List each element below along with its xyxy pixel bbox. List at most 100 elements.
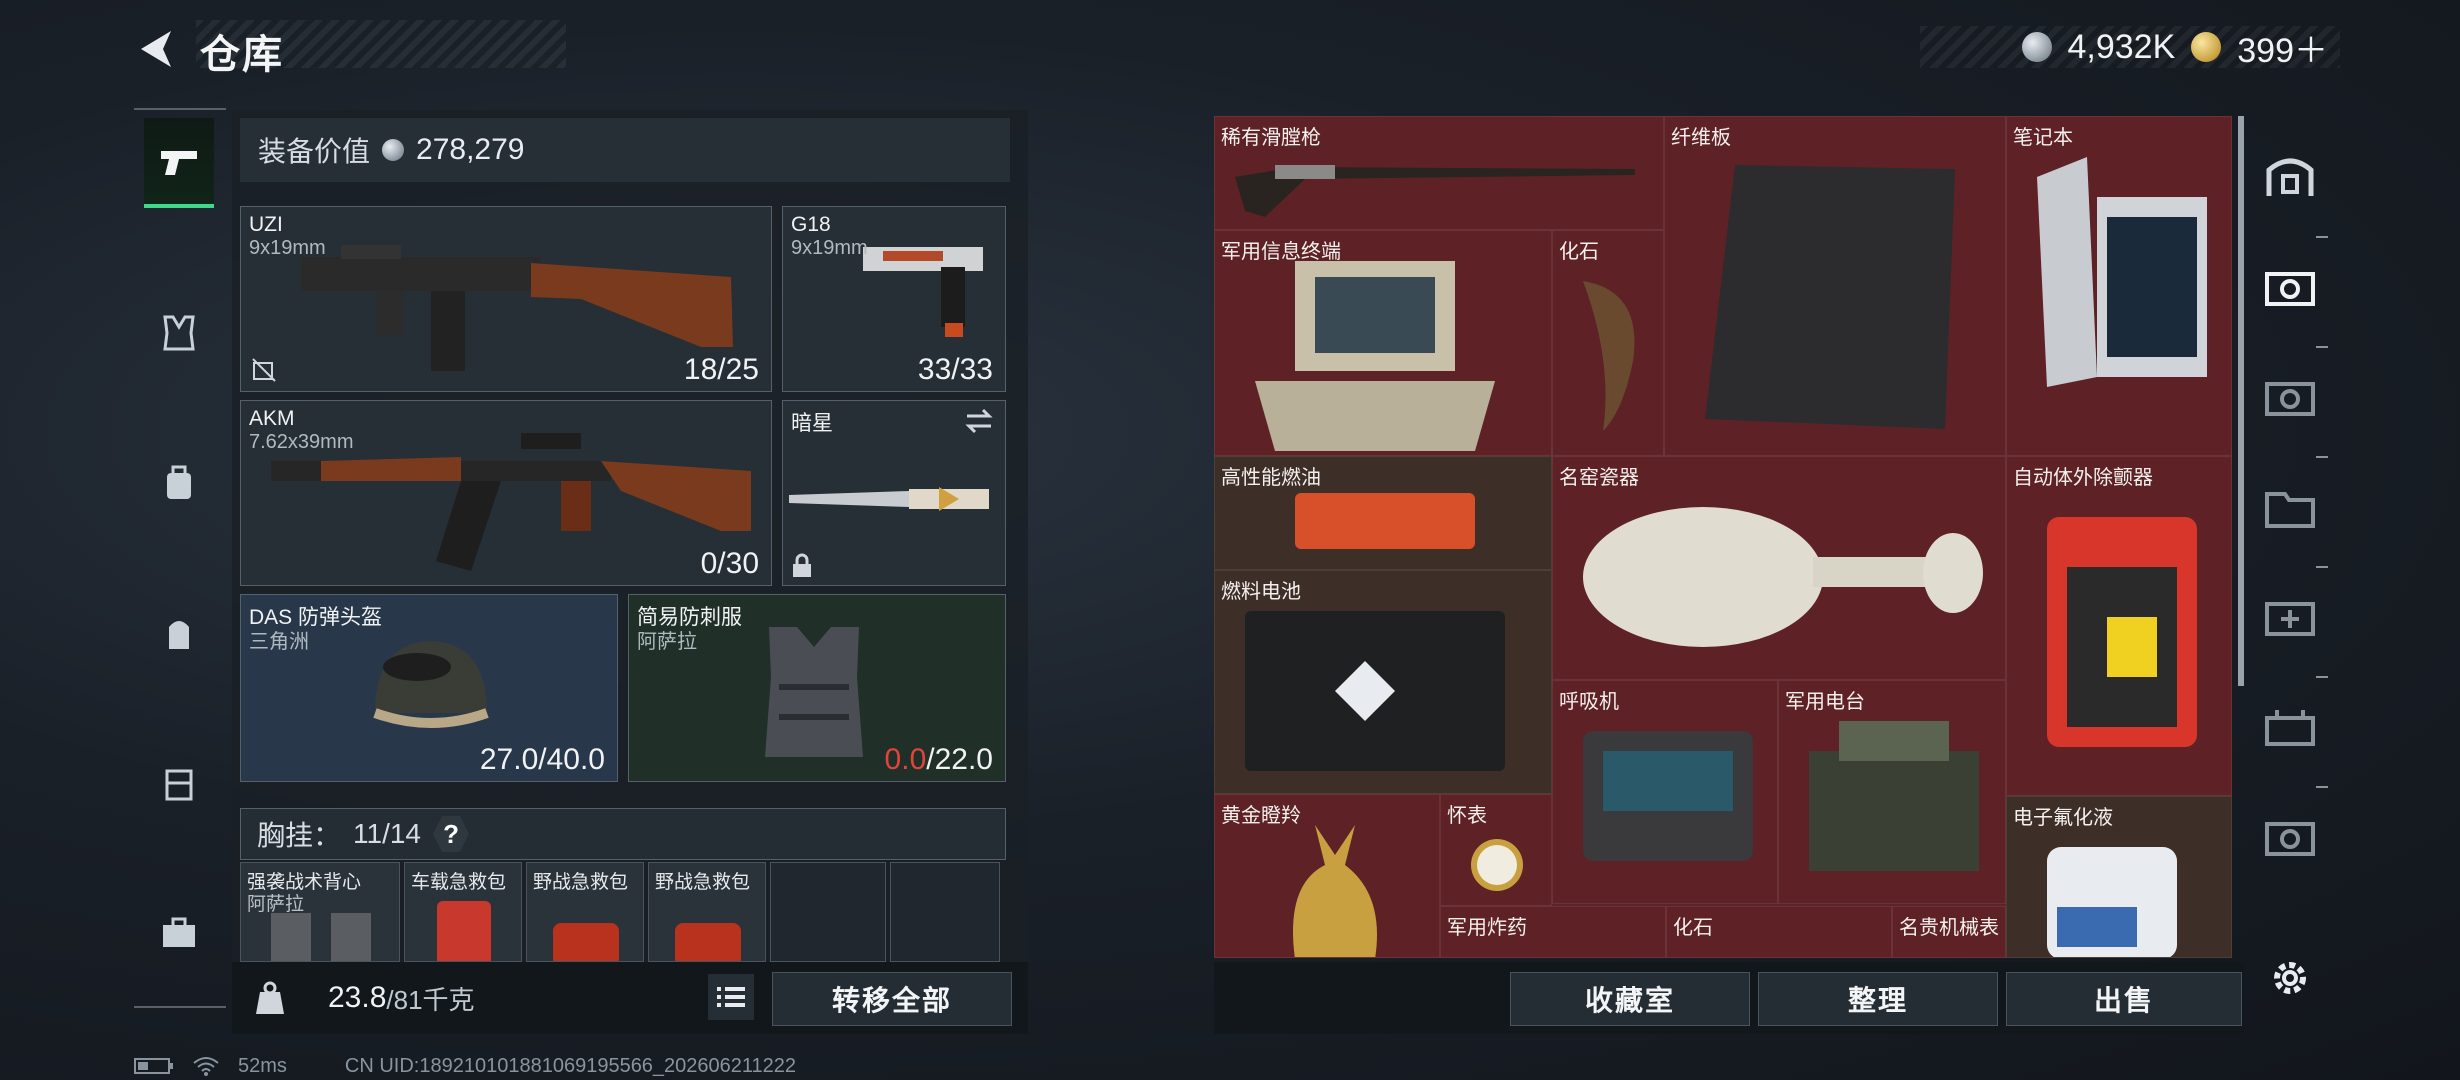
storage-item[interactable]: 名贵机械表 [1892, 906, 2006, 958]
storage-item[interactable]: 呼吸机 [1552, 680, 1778, 904]
storage-item[interactable]: 怀表 [1440, 794, 1552, 906]
item-name: 电子氟化液 [2013, 807, 2113, 829]
case-icon [165, 769, 193, 801]
slot-second-primary[interactable]: AKM 7.62x39mm 0/30 [240, 400, 772, 586]
item-name: 黄金瞪羚 [1221, 805, 1301, 827]
slot-secondary-weapon[interactable]: G18 9x19mm 33/33 [782, 206, 1006, 392]
help-icon[interactable]: ? [433, 816, 470, 852]
sort-button[interactable]: 整理 [1758, 972, 1998, 1026]
storage-item[interactable]: 高性能燃油 [1214, 456, 1552, 570]
item-name: 化石 [1559, 241, 1599, 263]
storage-tab-6[interactable] [2256, 796, 2324, 880]
slot-body-armor[interactable]: 简易防刺服 阿萨拉 0.0/22.0 [628, 594, 1006, 782]
gold-amount[interactable]: 399＋ [2237, 23, 2328, 72]
chest-item[interactable]: 强袭战术背心 阿萨拉 [240, 862, 400, 962]
storage-item[interactable]: 燃料电池 [1214, 570, 1552, 794]
weapon-caliber: 7.62x39mm [249, 431, 354, 453]
backpack-icon [169, 621, 189, 649]
nav-divider [134, 1006, 226, 1008]
nav-chest-rig[interactable] [144, 288, 214, 378]
storage-item[interactable]: 自动体外除颤器 [2006, 456, 2232, 796]
slot-melee[interactable]: 暗星 [782, 400, 1006, 586]
storage-grid: 稀有滑膛枪 纤维板 笔记本 军用信息终端 化石 高性能燃油 名窑瓷器 自动体外除… [1214, 116, 2232, 958]
storage-tab-1[interactable] [2256, 246, 2324, 330]
storage-item[interactable]: 笔记本 [2006, 116, 2232, 456]
nav-backpack[interactable] [144, 588, 214, 678]
user-uid: CN UID:189210101881069195566_20260621122… [344, 1054, 797, 1077]
back-arrow-icon [141, 31, 171, 67]
settings-button[interactable] [2262, 950, 2318, 1006]
no-attachment-icon [252, 358, 276, 382]
armor-origin: 阿萨拉 [637, 631, 697, 653]
pocket-watch-image [1471, 839, 1523, 891]
equipment-value-row: 装备价值 278,279 [240, 118, 1010, 182]
storage-item[interactable]: 稀有滑膛枪 [1214, 116, 1664, 230]
terminal-image [1255, 261, 1495, 451]
chest-item[interactable]: 车载急救包 [404, 862, 522, 962]
chest-slot-empty[interactable] [890, 862, 1000, 962]
chest-rig-capacity: 11/14 [353, 818, 422, 849]
helmet-durability: 27.0/40.0 [479, 743, 605, 776]
storage-item[interactable]: 军用电台 [1778, 680, 2006, 904]
storage-item[interactable]: 黄金瞪羚 [1214, 794, 1440, 958]
gear-icon [2274, 962, 2306, 994]
item-name: 燃料电池 [1221, 581, 1301, 603]
transfer-all-button[interactable]: 转移全部 [772, 972, 1012, 1026]
slot-primary-weapon[interactable]: UZI 9x19mm 18/25 [240, 206, 772, 392]
storage-tab-5[interactable] [2256, 686, 2324, 770]
item-name: 自动体外除颤器 [2013, 467, 2153, 489]
equipment-value: 278,279 [416, 133, 525, 166]
nav-divider [2316, 236, 2328, 238]
weapon-name: G18 [791, 213, 831, 236]
g18-image [863, 247, 983, 337]
medkit-image [553, 923, 619, 961]
item-name: 军用信息终端 [1221, 241, 1341, 263]
folder-icon [2265, 492, 2315, 528]
chest-item-name: 野战急救包 [655, 872, 751, 893]
pistol-icon [161, 151, 197, 175]
storage-item[interactable]: 名窑瓷器 [1552, 456, 2006, 680]
fiberboard-image [1705, 165, 1955, 429]
nav-weapons[interactable] [144, 118, 214, 208]
item-name: 笔记本 [2013, 127, 2073, 149]
storage-tab-3[interactable] [2256, 466, 2324, 550]
sell-button[interactable]: 出售 [2006, 972, 2242, 1026]
chest-item[interactable]: 野战急救包 [648, 862, 766, 962]
nav-divider [2316, 676, 2328, 678]
bag-icon [167, 465, 191, 499]
collection-room-button[interactable]: 收藏室 [1510, 972, 1750, 1026]
nav-divider [2316, 566, 2328, 568]
storage-page-icon [2265, 272, 2315, 306]
nav-container[interactable] [144, 738, 214, 828]
storage-item[interactable]: 军用炸药 [1440, 906, 1666, 958]
chest-item[interactable]: 野战急救包 [526, 862, 644, 962]
back-button[interactable] [128, 22, 182, 76]
list-icon [717, 987, 745, 1007]
storage-tab-4[interactable] [2256, 576, 2324, 660]
musket-image [1235, 165, 1635, 217]
storage-tab-home[interactable] [2256, 136, 2324, 220]
storage-scrollbar[interactable] [2238, 116, 2244, 686]
storage-item[interactable]: 化石 [1666, 906, 1892, 958]
list-view-button[interactable] [708, 974, 754, 1020]
nav-backpack-small[interactable] [144, 438, 214, 528]
chest-rig-row[interactable]: 胸挂： 11/14 ? [240, 808, 1006, 860]
storage-item[interactable]: 电子氟化液 [2006, 796, 2232, 958]
nav-toolbox[interactable] [144, 888, 214, 978]
porcelain-image [1583, 507, 1983, 647]
item-name: 呼吸机 [1559, 691, 1619, 713]
slot-helmet[interactable]: DAS 防弹头盔 三角洲 27.0/40.0 [240, 594, 618, 782]
swap-icon[interactable] [963, 407, 995, 435]
storage-tab-2[interactable] [2256, 356, 2324, 440]
nav-divider [134, 108, 226, 110]
item-name: 名窑瓷器 [1559, 467, 1639, 489]
item-name: 军用炸药 [1447, 917, 1527, 939]
silver-coin-icon [382, 139, 405, 161]
chest-slot-empty[interactable] [770, 862, 886, 962]
storage-item[interactable]: 纤维板 [1664, 116, 2006, 456]
weapon-name: UZI [249, 213, 283, 236]
storage-item[interactable]: 化石 [1552, 230, 1664, 456]
storage-action-bar: 收藏室 整理 出售 [1214, 962, 2244, 1034]
weight-max: /81千克 [386, 984, 475, 1015]
storage-item[interactable]: 军用信息终端 [1214, 230, 1552, 456]
